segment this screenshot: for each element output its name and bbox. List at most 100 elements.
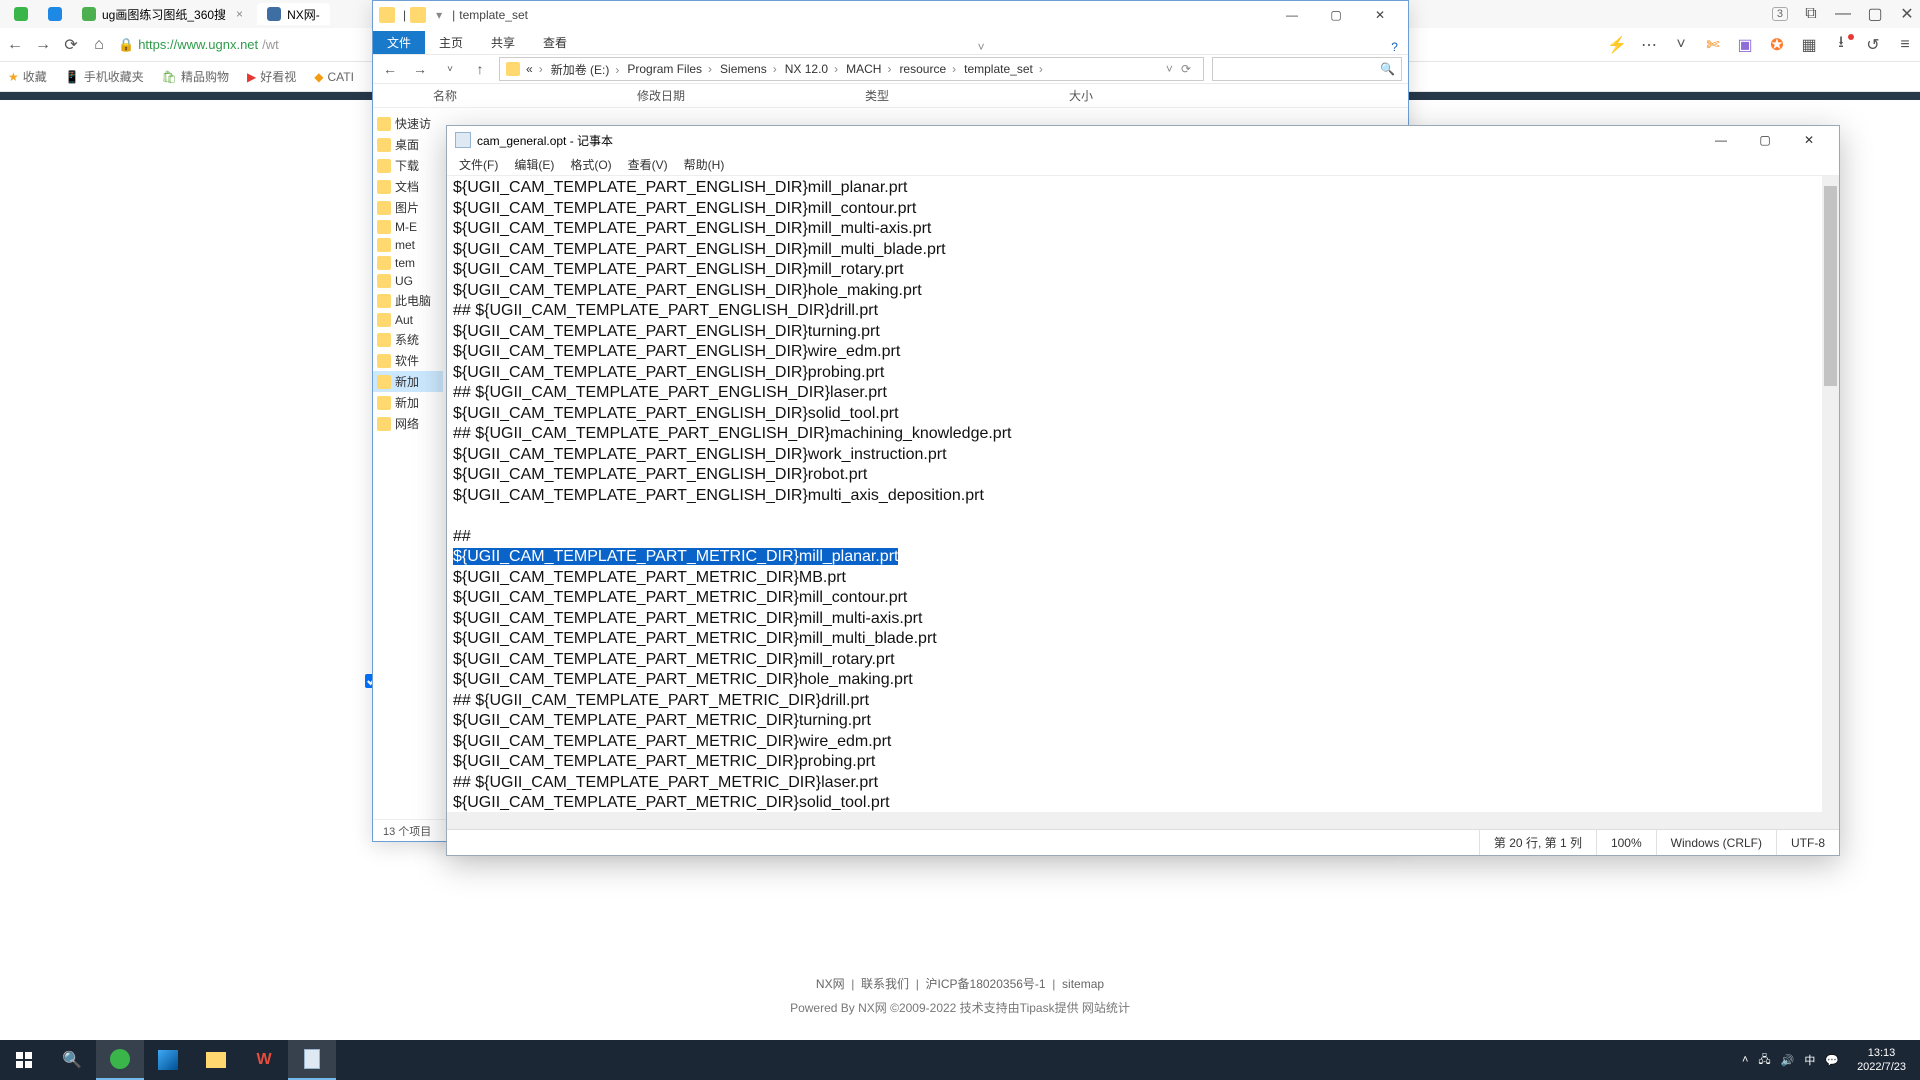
footer-link[interactable]: 联系我们 (861, 977, 909, 991)
tray-network-icon[interactable]: 🖧 (1758, 1051, 1770, 1070)
tab-count-badge[interactable]: 3 (1772, 7, 1788, 21)
notepad-status: 第 20 行, 第 1 列 100% Windows (CRLF) UTF-8 (447, 829, 1839, 855)
sidebar-item[interactable]: 快速访 (373, 113, 443, 134)
notepad-titlebar[interactable]: cam_general.opt - 记事本 ― ▢ ✕ (447, 126, 1839, 154)
sidebar-item[interactable]: 图片 (373, 197, 443, 218)
bookmark[interactable]: 🛍精品购物 (162, 68, 229, 85)
menu-icon[interactable]: ≡ (1896, 36, 1914, 54)
explorer-sidebar[interactable]: 快速访桌面下载文档图片M-EmettemUG此电脑Aut系统软件新加新加网络 (373, 109, 443, 819)
sidebar-item[interactable]: 此电脑 (373, 290, 443, 311)
help-icon[interactable]: ? (1381, 40, 1408, 54)
close-icon[interactable]: ✕ (1898, 5, 1916, 23)
notepad-body[interactable]: ${UGII_CAM_TEMPLATE_PART_ENGLISH_DIR}mil… (447, 176, 1839, 829)
close-icon[interactable]: × (232, 7, 247, 21)
taskbar-notepad[interactable] (288, 1040, 336, 1080)
bookmark[interactable]: ▶好看视 (247, 68, 296, 85)
taskbar-browser[interactable] (96, 1040, 144, 1080)
maximize-icon[interactable]: ▢ (1866, 5, 1884, 23)
ribbon-tab[interactable]: 主页 (425, 31, 477, 54)
menu-file[interactable]: 文件(F) (451, 156, 506, 173)
taskbar-app[interactable] (144, 1040, 192, 1080)
tray-chevron-icon[interactable]: ˄ (1742, 1054, 1748, 1066)
notepad-menu: 文件(F) 编辑(E) 格式(O) 查看(V) 帮助(H) (447, 154, 1839, 176)
sidebar-item[interactable]: 新加 (373, 371, 443, 392)
tray-notify-icon[interactable]: 💬 (1825, 1054, 1839, 1067)
ext2-icon[interactable]: ✪ (1768, 36, 1786, 54)
sidebar-item[interactable]: tem (373, 254, 443, 272)
ribbon-tab-file[interactable]: 文件 (373, 31, 425, 54)
ribbon-tab[interactable]: 查看 (529, 31, 581, 54)
sidebar-item[interactable]: 桌面 (373, 134, 443, 155)
breadcrumb[interactable]: « 新加卷 (E:) Program Files Siemens NX 12.0… (499, 57, 1204, 81)
scrollbar-vertical[interactable] (1822, 176, 1839, 829)
bookmark[interactable]: 📱手机收藏夹 (65, 68, 144, 85)
close-icon[interactable]: ✕ (1358, 1, 1402, 29)
taskbar: 🔍 W ˄ 🖧 🔊 中 💬 13:13 2022/7/23 (0, 1040, 1920, 1080)
sidebar-item[interactable]: met (373, 236, 443, 254)
notepad-icon (455, 132, 471, 148)
tab-1[interactable] (38, 3, 72, 25)
minimize-icon[interactable]: ― (1834, 5, 1852, 23)
forward-icon[interactable]: → (34, 36, 52, 54)
back-icon[interactable]: ← (6, 36, 24, 54)
sidebar-item[interactable]: 下载 (373, 155, 443, 176)
explorer-titlebar[interactable]: | ▾ | template_set ― ▢ ✕ (373, 1, 1408, 29)
sidebar-item[interactable]: UG (373, 272, 443, 290)
up-icon[interactable]: ↑ (469, 61, 491, 77)
notepad-window: cam_general.opt - 记事本 ― ▢ ✕ 文件(F) 编辑(E) … (446, 125, 1840, 856)
tray-ime-icon[interactable]: 中 (1804, 1052, 1815, 1068)
taskbar-wps[interactable]: W (240, 1040, 288, 1080)
sidebar-item[interactable]: 文档 (373, 176, 443, 197)
tray-volume-icon[interactable]: 🔊 (1781, 1054, 1795, 1067)
minimize-icon[interactable]: ― (1699, 126, 1743, 154)
chevron-down-icon[interactable]: ˅ (439, 64, 461, 75)
footer-link[interactable]: 沪ICP备18020356号-1 (926, 977, 1046, 991)
ext1-icon[interactable]: ▣ (1736, 36, 1754, 54)
sidebar-item[interactable]: 系统 (373, 329, 443, 350)
sidebar-item[interactable]: 网络 (373, 413, 443, 434)
tab-2[interactable]: ug画图练习图纸_360搜× (72, 3, 257, 25)
maximize-icon[interactable]: ▢ (1743, 126, 1787, 154)
bolt-icon[interactable]: ⚡ (1608, 36, 1626, 54)
search-icon[interactable]: 🔍 (48, 1040, 96, 1080)
footer-link[interactable]: sitemap (1062, 977, 1104, 991)
bookmark[interactable]: ◆CATI (314, 70, 354, 84)
reload-icon[interactable]: ⟳ (62, 36, 80, 54)
bookmark[interactable]: ★收藏 (8, 68, 47, 85)
ribbon-collapse-icon[interactable]: ˅ (968, 40, 995, 54)
explorer-columns[interactable]: 名称 修改日期 类型 大小 (373, 84, 1408, 108)
explorer-search[interactable]: 🔍 (1212, 57, 1402, 81)
cut-icon[interactable]: ✄ (1704, 36, 1722, 54)
forward-icon[interactable]: → (409, 61, 431, 77)
tab-active[interactable]: NX网- (257, 3, 330, 25)
start-button[interactable] (0, 1040, 48, 1080)
menu-view[interactable]: 查看(V) (620, 156, 676, 173)
tab-0[interactable] (4, 3, 38, 25)
sidebar-item[interactable]: Aut (373, 311, 443, 329)
menu-edit[interactable]: 编辑(E) (506, 156, 562, 173)
scrollbar-horizontal[interactable] (447, 812, 1822, 829)
sidebar-item[interactable]: 软件 (373, 350, 443, 371)
sidebar-item[interactable]: M-E (373, 218, 443, 236)
close-icon[interactable]: ✕ (1787, 126, 1831, 154)
refresh-icon[interactable]: ⟳ (1181, 62, 1191, 76)
minimize-icon[interactable]: ― (1270, 1, 1314, 29)
extension-icon[interactable]: ⧉ (1802, 5, 1820, 23)
footer-link[interactable]: NX网 (816, 977, 845, 991)
undo-icon[interactable]: ↺ (1864, 36, 1882, 54)
grid-icon[interactable]: ▦ (1800, 36, 1818, 54)
menu-help[interactable]: 帮助(H) (676, 156, 733, 173)
sidebar-item[interactable]: 新加 (373, 392, 443, 413)
menu-format[interactable]: 格式(O) (562, 156, 619, 173)
chevron-down-icon[interactable]: ˅ (1166, 62, 1173, 76)
taskbar-clock[interactable]: 13:13 2022/7/23 (1849, 1042, 1914, 1078)
home-icon[interactable]: ⌂ (90, 36, 108, 54)
maximize-icon[interactable]: ▢ (1314, 1, 1358, 29)
chevron-down-icon[interactable]: ˅ (1672, 36, 1690, 54)
back-icon[interactable]: ← (379, 61, 401, 77)
download-icon[interactable]: ⭳ (1832, 36, 1850, 54)
more-icon[interactable]: ⋯ (1640, 36, 1658, 54)
ribbon-tab[interactable]: 共享 (477, 31, 529, 54)
address-bar[interactable]: 🔒 https://www.ugnx.net/wt (118, 37, 279, 53)
taskbar-explorer[interactable] (192, 1040, 240, 1080)
